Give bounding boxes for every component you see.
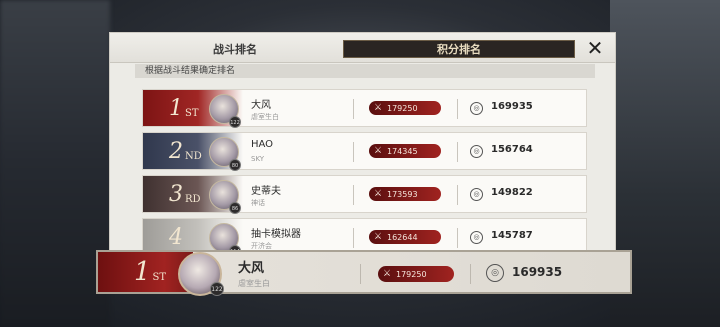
rank-suffix: ND [185,150,202,162]
tab-battle-rank[interactable]: 战斗排名 [170,40,300,58]
divider [457,142,458,162]
crossed-swords-icon: ⚔ [373,232,383,242]
tab-score-rank[interactable]: 积分排名 [343,40,575,58]
rank-suffix: ST [185,107,199,119]
close-icon[interactable]: ✕ [583,36,607,60]
player-name: 抽卡模拟器 [251,229,301,240]
divider [457,99,458,119]
battle-score-pill: ⚔ 173593 [369,187,441,201]
my-level-badge: 122 [210,282,224,296]
rank-suffix: RD [185,193,201,205]
points-value: 149822 [491,187,533,198]
player-name: 史蒂夫 [251,186,281,197]
rank-row[interactable]: 1 ST 122 大风 虐室生白 ⚔ 179250 ◎ 169935 [142,89,587,128]
my-points-value: 169935 [512,265,563,279]
crossed-swords-icon: ⚔ [382,269,392,279]
tab-bar: 战斗排名 积分排名 ✕ [110,33,615,63]
my-rank-bar[interactable]: 1 ST 122 大风 虐室生白 ⚔ 179250 ◎ 169935 [96,250,632,296]
target-icon: ◎ [470,231,483,244]
rank-number: 1 [169,95,183,121]
divider [457,185,458,205]
my-rank-suffix: ST [152,271,167,283]
crossed-swords-icon: ⚔ [373,189,383,199]
target-icon: ◎ [470,102,483,115]
target-icon: ◎ [470,188,483,201]
target-icon: ◎ [470,145,483,158]
battle-score: 162644 [387,232,418,242]
background-left [0,0,110,327]
ranking-subtitle: 根据战斗结果确定排名 [135,64,595,78]
level-badge: 122 [229,116,241,128]
my-battle-score-pill: ⚔ 179250 [378,266,454,282]
battle-score-pill: ⚔ 162644 [369,230,441,244]
points-value: 156764 [491,144,533,155]
battle-score-pill: ⚔ 179250 [369,101,441,115]
crossed-swords-icon: ⚔ [373,146,383,156]
player-title: SKY [251,155,265,163]
rank-number: 2 [169,138,183,164]
divider [470,264,471,284]
battle-score-pill: ⚔ 174345 [369,144,441,158]
player-name: HAO [251,139,274,150]
divider [353,142,354,162]
divider [360,264,361,284]
level-badge: 86 [229,202,241,214]
rank-number: 4 [169,224,183,250]
ranking-panel: 战斗排名 积分排名 ✕ 根据战斗结果确定排名 1 ST 122 大风 虐室生白 … [109,32,616,277]
divider [353,185,354,205]
divider [457,228,458,248]
my-player-name: 大风 [238,261,265,276]
rank-row[interactable]: 2 ND 80 HAO SKY ⚔ 174345 ◎ 156764 [142,132,587,171]
crossed-swords-icon: ⚔ [373,103,383,113]
my-rank-number: 1 [134,257,151,287]
battle-score: 174345 [387,146,418,156]
rank-row[interactable]: 3 RD 86 史蒂夫 神话 ⚔ 173593 ◎ 149822 [142,175,587,214]
player-title: 虐室生白 [251,113,279,121]
player-title: 神话 [251,199,265,207]
player-name: 大风 [251,100,271,111]
divider [353,228,354,248]
battle-score: 179250 [387,103,418,113]
divider [353,99,354,119]
target-icon: ◎ [486,264,504,282]
points-value: 169935 [491,101,533,112]
my-player-title: 虐室生白 [238,279,270,288]
rank-number: 3 [169,181,183,207]
points-value: 145787 [491,230,533,241]
battle-score: 173593 [387,189,418,199]
my-battle-score: 179250 [396,269,427,279]
level-badge: 80 [229,159,241,171]
